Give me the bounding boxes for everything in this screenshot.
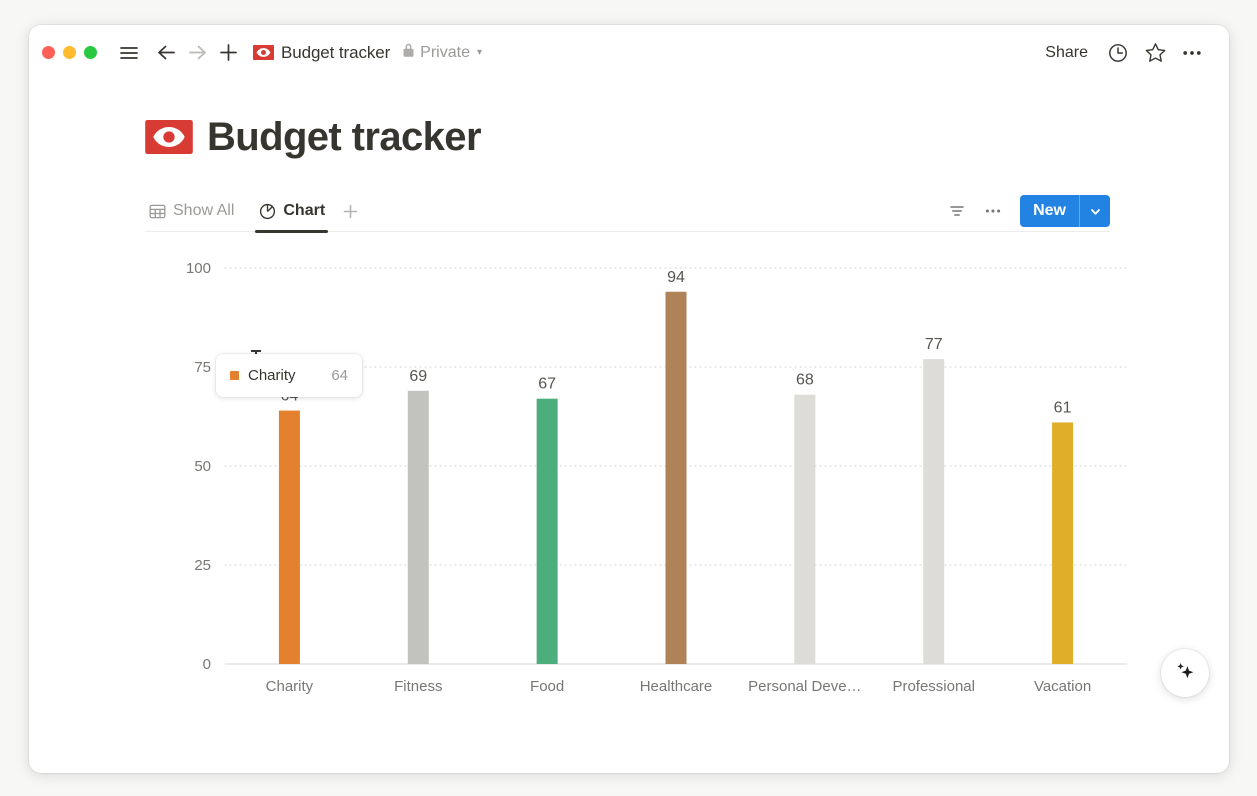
y-axis-tick-label: 50 (194, 458, 211, 475)
maximize-window-button[interactable] (84, 46, 97, 59)
x-axis-tick-label: Professional (892, 678, 975, 695)
back-arrow-icon[interactable] (152, 39, 180, 67)
bar-value-label: 94 (667, 269, 685, 286)
tab-show-all[interactable]: Show All (145, 191, 237, 232)
chart-bar[interactable] (1052, 422, 1074, 664)
x-axis-tick-label: Vacation (1034, 678, 1091, 695)
lock-icon (402, 42, 415, 63)
y-axis-tick-label: 25 (194, 557, 211, 574)
chart-bar[interactable] (665, 291, 687, 664)
money-banknote-icon (253, 42, 274, 63)
chart-bar[interactable] (794, 394, 816, 664)
bar-value-label: 69 (409, 368, 427, 385)
x-axis-tick-label: Personal Deve… (748, 678, 861, 695)
table-icon (148, 202, 166, 220)
y-axis-tick-label: 100 (186, 260, 211, 277)
chevron-down-icon: ▾ (476, 47, 482, 58)
sidebar-toggle-icon[interactable] (115, 39, 143, 67)
chart-bar[interactable] (278, 410, 300, 664)
x-axis-tick-label: Charity (266, 678, 314, 695)
bar-value-label: 67 (538, 376, 556, 393)
tab-chart[interactable]: Chart (255, 191, 328, 233)
y-axis-tick-label: 0 (203, 656, 211, 673)
chart-canvas: 0 25 50 75 100 64 Charity 69 Fitness 67 Food 94 Heal… (186, 260, 1128, 695)
share-button[interactable]: Share (1035, 39, 1098, 67)
close-window-button[interactable] (42, 46, 55, 59)
tab-label: Show All (173, 202, 235, 219)
tooltip-color-swatch (230, 371, 239, 380)
tab-label: Chart (283, 202, 326, 219)
tooltip-value-label: 64 (331, 367, 348, 384)
clock-icon[interactable] (1101, 36, 1135, 70)
y-axis-tick-label: 75 (194, 359, 211, 376)
page-header: Budget tracker (145, 113, 1229, 161)
ellipsis-icon[interactable] (978, 196, 1008, 226)
view-toolbar-actions: New (942, 195, 1110, 227)
app-window: Budget tracker Private ▾ Share Budget tr… (29, 25, 1229, 773)
forward-arrow-icon[interactable] (183, 39, 211, 67)
x-axis-tick-label: Food (530, 678, 564, 695)
x-axis-tick-label: Fitness (394, 678, 442, 695)
breadcrumb[interactable]: Budget tracker (253, 42, 390, 63)
bar-value-label: 68 (796, 372, 814, 389)
ellipsis-icon[interactable] (1175, 36, 1209, 70)
money-banknote-icon[interactable] (145, 113, 193, 161)
tooltip-category-label: Charity (248, 367, 296, 384)
new-dropdown-chevron-icon[interactable] (1080, 195, 1110, 227)
chart-tooltip: Charity 64 (216, 354, 362, 397)
filter-icon[interactable] (942, 196, 972, 226)
ai-assistant-button[interactable] (1161, 649, 1209, 697)
titlebar-actions: Share (1035, 36, 1209, 70)
new-button-group: New (1020, 195, 1110, 227)
x-axis-tick-label: Healthcare (640, 678, 713, 695)
pie-chart-icon (258, 202, 276, 220)
traffic-lights (42, 46, 97, 59)
chart-bar[interactable] (923, 359, 945, 664)
chart-bar[interactable] (407, 390, 429, 664)
page-title: Budget tracker (207, 114, 482, 159)
chart-bar[interactable] (536, 398, 558, 664)
add-view-plus-icon[interactable] (338, 199, 362, 223)
bar-chart: 0 25 50 75 100 64 Charity 69 Fitness 67 Food 94 Heal… (145, 246, 1130, 716)
window-titlebar: Budget tracker Private ▾ Share (29, 25, 1229, 80)
star-icon[interactable] (1138, 36, 1172, 70)
new-page-plus-icon[interactable] (214, 39, 242, 67)
bar-value-label: 61 (1054, 399, 1072, 416)
breadcrumb-title: Budget tracker (281, 42, 391, 62)
sparkles-icon (1172, 658, 1198, 689)
new-button[interactable]: New (1020, 195, 1079, 227)
privacy-selector[interactable]: Private ▾ (402, 42, 482, 63)
minimize-window-button[interactable] (63, 46, 76, 59)
view-tab-bar: Show All Chart New (145, 191, 1110, 233)
bar-value-label: 77 (925, 336, 943, 353)
page-body: Budget tracker Show All Chart New 0 25 5… (29, 113, 1229, 716)
privacy-label: Private (420, 43, 470, 61)
